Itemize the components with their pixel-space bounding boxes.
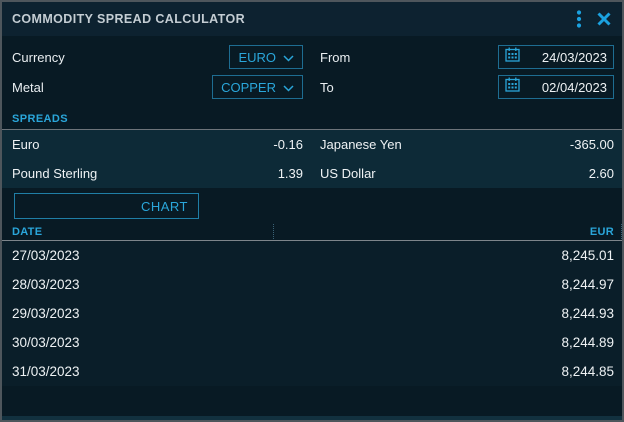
table-row: 30/03/2023 8,244.89 <box>2 328 622 357</box>
spread-value: 1.39 <box>278 166 303 181</box>
close-icon[interactable] <box>596 11 612 27</box>
table-row: 29/03/2023 8,244.93 <box>2 299 622 328</box>
currency-value: EURO <box>238 50 276 65</box>
spread-value: 2.60 <box>589 166 614 181</box>
table-row: 27/03/2023 8,245.01 <box>2 241 622 270</box>
metal-value: COPPER <box>221 80 276 95</box>
kebab-menu-icon[interactable] <box>576 9 582 29</box>
calendar-icon[interactable] <box>505 47 520 67</box>
row-date: 27/03/2023 <box>12 248 80 263</box>
chevron-down-icon <box>283 50 294 65</box>
calendar-icon[interactable] <box>505 77 520 97</box>
row-date: 31/03/2023 <box>12 364 80 379</box>
spreads-section: Euro -0.16 Japanese Yen -365.00 Pound St… <box>2 130 622 188</box>
spread-row: Euro -0.16 Japanese Yen -365.00 <box>12 130 614 159</box>
to-label: To <box>320 80 334 95</box>
table-row: 28/03/2023 8,244.97 <box>2 270 622 299</box>
row-value: 8,245.01 <box>561 248 614 263</box>
spread-value: -365.00 <box>570 137 614 152</box>
row-date: 29/03/2023 <box>12 306 80 321</box>
form-section: Currency EURO From <box>2 36 622 111</box>
currency-dropdown[interactable]: EURO <box>229 45 303 69</box>
spread-name: Euro <box>12 137 39 152</box>
from-date-field[interactable]: 24/03/2023 <box>498 45 614 69</box>
from-date-value: 24/03/2023 <box>526 50 607 65</box>
spread-name: US Dollar <box>320 166 376 181</box>
currency-label: Currency <box>12 50 65 65</box>
row-date: 28/03/2023 <box>12 277 80 292</box>
window-title: COMMODITY SPREAD CALCULATOR <box>12 12 576 26</box>
row-value: 8,244.89 <box>561 335 614 350</box>
row-value: 8,244.93 <box>561 306 614 321</box>
column-separator <box>273 224 274 239</box>
table-row: 31/03/2023 8,244.85 <box>2 357 622 386</box>
empty-area <box>2 386 622 416</box>
titlebar-icons <box>576 9 612 29</box>
form-row-1: Currency EURO From <box>12 45 614 69</box>
spread-name: Japanese Yen <box>320 137 402 152</box>
to-date-field[interactable]: 02/04/2023 <box>498 75 614 99</box>
chevron-down-icon <box>283 80 294 95</box>
commodity-spread-calculator-window: COMMODITY SPREAD CALCULATOR Currency <box>0 0 624 422</box>
chart-button[interactable]: CHART <box>14 193 199 219</box>
metal-dropdown[interactable]: COPPER <box>212 75 303 99</box>
spread-row: Pound Sterling 1.39 US Dollar 2.60 <box>12 159 614 188</box>
window-bottom-edge <box>2 416 622 420</box>
column-header-eur: EUR <box>590 226 614 238</box>
column-separator <box>621 224 622 239</box>
from-label: From <box>320 50 350 65</box>
chart-button-row: CHART <box>2 188 622 223</box>
to-date-value: 02/04/2023 <box>526 80 607 95</box>
spread-name: Pound Sterling <box>12 166 97 181</box>
titlebar[interactable]: COMMODITY SPREAD CALCULATOR <box>2 2 622 36</box>
table-header: DATE EUR <box>2 223 622 241</box>
spreads-section-label: SPREADS <box>2 111 622 130</box>
rates-table: 27/03/2023 8,245.01 28/03/2023 8,244.97 … <box>2 241 622 386</box>
form-row-2: Metal COPPER To <box>12 75 614 99</box>
row-value: 8,244.85 <box>561 364 614 379</box>
metal-label: Metal <box>12 80 44 95</box>
row-date: 30/03/2023 <box>12 335 80 350</box>
spread-value: -0.16 <box>273 137 303 152</box>
row-value: 8,244.97 <box>561 277 614 292</box>
column-header-date: DATE <box>12 226 42 238</box>
